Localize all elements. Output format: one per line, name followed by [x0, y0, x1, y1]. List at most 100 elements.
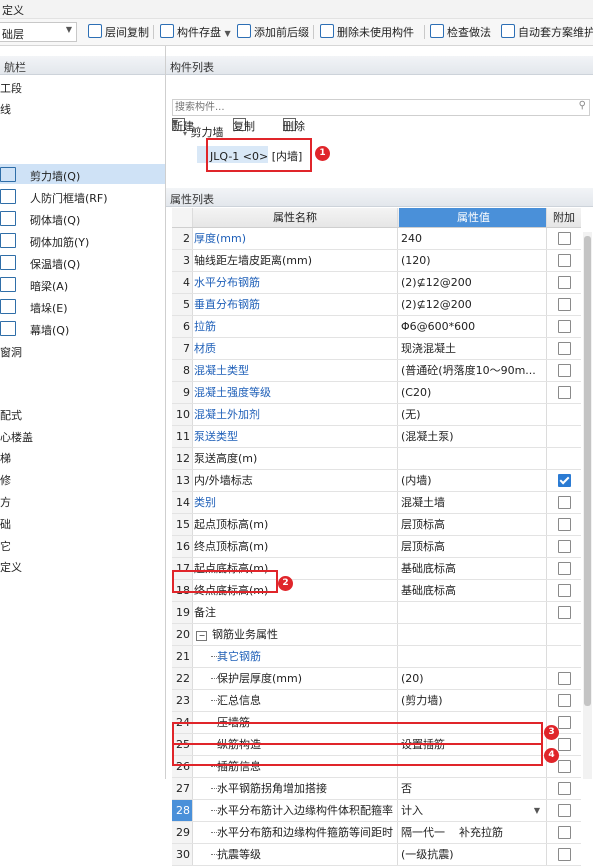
chevron-down-icon[interactable]: ▼: [534, 800, 540, 821]
property-row[interactable]: 8 混凝土类型 (普通砼(坍落度10～90m...: [172, 360, 581, 382]
property-value[interactable]: 计入 ▼: [399, 800, 547, 821]
chevron-down-icon[interactable]: ▾: [183, 129, 187, 138]
property-value[interactable]: 隔一代一 补充拉筋: [399, 822, 547, 843]
copy-between-floors-button[interactable]: 层间复制: [88, 24, 149, 40]
property-row[interactable]: 10 混凝土外加剂 (无): [172, 404, 581, 426]
search-icon[interactable]: ⚲: [579, 100, 586, 111]
property-row[interactable]: 3 轴线距左墙皮距离(mm) (120): [172, 250, 581, 272]
attach-checkbox[interactable]: [558, 232, 571, 245]
property-row[interactable]: 23 汇总信息 (剪力墙): [172, 690, 581, 712]
property-value[interactable]: 层顶标高: [399, 536, 547, 557]
attach-checkbox[interactable]: [558, 562, 571, 575]
property-row[interactable]: 30 抗震等级 (一级抗震): [172, 844, 581, 866]
property-value[interactable]: 基础底标高: [399, 558, 547, 579]
property-row[interactable]: 27 水平钢筋拐角增加搭接否: [172, 778, 581, 800]
property-row[interactable]: 28 水平分布筋计入边缘构件体积配箍率 计入 ▼: [172, 800, 581, 822]
property-value[interactable]: 否: [399, 778, 547, 799]
nav-item[interactable]: 剪力墙(Q): [0, 164, 165, 184]
search-input[interactable]: [175, 100, 565, 114]
attach-checkbox[interactable]: [558, 276, 571, 289]
property-value[interactable]: 240: [399, 228, 547, 249]
property-value[interactable]: (剪力墙): [399, 690, 547, 711]
nav-item[interactable]: 墙垛(E): [0, 296, 165, 316]
nav-group-item[interactable]: 修: [0, 472, 11, 488]
property-value[interactable]: [399, 602, 547, 623]
property-row[interactable]: 22 保护层厚度(mm) (20): [172, 668, 581, 690]
delete-unused-button[interactable]: 删除未使用构件: [320, 24, 414, 40]
property-value[interactable]: (一级抗震): [399, 844, 547, 865]
search-box[interactable]: ⚲: [172, 99, 590, 116]
property-value[interactable]: (2)⊈12@200: [399, 294, 547, 315]
property-row[interactable]: 13 内/外墙标志 (内墙): [172, 470, 581, 492]
scrollbar-thumb[interactable]: [584, 236, 591, 706]
property-value[interactable]: 层顶标高: [399, 514, 547, 535]
attach-checkbox[interactable]: [558, 298, 571, 311]
property-value[interactable]: 基础底标高: [399, 580, 547, 601]
attach-checkbox[interactable]: [558, 694, 571, 707]
property-row[interactable]: 21 其它钢筋: [172, 646, 581, 668]
nav-group-item[interactable]: 窗洞: [0, 344, 22, 360]
check-method-button[interactable]: 检查做法: [430, 24, 491, 40]
property-row[interactable]: 16 终点顶标高(m) 层顶标高: [172, 536, 581, 558]
nav-item[interactable]: 保温墙(Q): [0, 252, 165, 272]
nav-group-item[interactable]: 线: [0, 101, 11, 117]
nav-group-item[interactable]: 梯: [0, 450, 11, 466]
nav-group-item[interactable]: 工段: [0, 80, 22, 96]
attach-checkbox[interactable]: [558, 716, 571, 729]
property-row[interactable]: 4 水平分布钢筋 (2)⊈12@200: [172, 272, 581, 294]
property-value[interactable]: [399, 448, 547, 469]
attach-checkbox[interactable]: [558, 760, 571, 773]
property-value[interactable]: (20): [399, 668, 547, 689]
property-row[interactable]: 14 类别 混凝土墙: [172, 492, 581, 514]
attach-checkbox[interactable]: [558, 254, 571, 267]
nav-item[interactable]: 人防门框墙(RF): [0, 186, 165, 206]
property-value[interactable]: (内墙): [399, 470, 547, 491]
collapse-icon[interactable]: −: [196, 631, 207, 641]
nav-item[interactable]: 幕墙(Q): [0, 318, 165, 338]
property-row[interactable]: 6 拉筋 Φ6@600*600: [172, 316, 581, 338]
property-value[interactable]: (C20): [399, 382, 547, 403]
nav-group-item[interactable]: 方: [0, 494, 11, 510]
property-value[interactable]: (混凝土泵): [399, 426, 547, 447]
nav-group-item[interactable]: 础: [0, 516, 11, 532]
nav-group-item[interactable]: 定义: [0, 559, 22, 575]
property-row[interactable]: 15 起点顶标高(m) 层顶标高: [172, 514, 581, 536]
nav-item[interactable]: 砌体墙(Q): [0, 208, 165, 228]
attach-checkbox[interactable]: [558, 386, 571, 399]
property-row[interactable]: 19 备注: [172, 602, 581, 624]
layer-select[interactable]: 础层 ▼: [0, 22, 77, 42]
attach-checkbox[interactable]: [558, 606, 571, 619]
attach-checkbox[interactable]: [558, 342, 571, 355]
property-value[interactable]: (120): [399, 250, 547, 271]
property-row[interactable]: 9 混凝土强度等级 (C20): [172, 382, 581, 404]
property-value[interactable]: [399, 646, 547, 667]
nav-group-item[interactable]: 心楼盖: [0, 429, 33, 445]
property-value[interactable]: 混凝土墙: [399, 492, 547, 513]
attach-checkbox[interactable]: [558, 474, 571, 487]
attach-checkbox[interactable]: [558, 804, 571, 817]
save-component-button[interactable]: 构件存盘 ▼: [160, 24, 231, 40]
property-row[interactable]: 29 水平分布筋和边缘构件箍筋等间距时 隔一代一 补充拉筋: [172, 822, 581, 844]
attach-checkbox[interactable]: [558, 518, 571, 531]
attach-checkbox[interactable]: [558, 782, 571, 795]
attach-checkbox[interactable]: [558, 364, 571, 377]
property-row[interactable]: 7 材质 现浇混凝土: [172, 338, 581, 360]
property-row[interactable]: 20− 钢筋业务属性: [172, 624, 581, 646]
attach-checkbox[interactable]: [558, 584, 571, 597]
property-row[interactable]: 5 垂直分布钢筋 (2)⊈12@200: [172, 294, 581, 316]
property-value[interactable]: [399, 624, 547, 645]
attach-checkbox[interactable]: [558, 320, 571, 333]
nav-group-item[interactable]: 它: [0, 538, 11, 554]
attach-checkbox[interactable]: [558, 540, 571, 553]
property-value[interactable]: Φ6@600*600: [399, 316, 547, 337]
property-value[interactable]: 现浇混凝土: [399, 338, 547, 359]
auto-scheme-button[interactable]: 自动套方案维护: [501, 24, 593, 40]
property-row[interactable]: 11 泵送类型 (混凝土泵): [172, 426, 581, 448]
property-row[interactable]: 12 泵送高度(m): [172, 448, 581, 470]
attach-checkbox[interactable]: [558, 496, 571, 509]
nav-group-item[interactable]: 配式: [0, 407, 22, 423]
attach-checkbox[interactable]: [558, 826, 571, 839]
property-value[interactable]: (普通砼(坍落度10～90m...: [399, 360, 547, 381]
property-value[interactable]: (2)⊈12@200: [399, 272, 547, 293]
nav-item[interactable]: 暗梁(A): [0, 274, 165, 294]
